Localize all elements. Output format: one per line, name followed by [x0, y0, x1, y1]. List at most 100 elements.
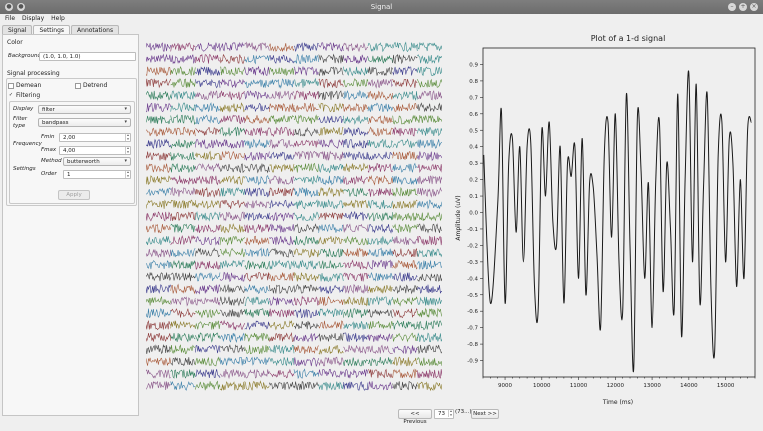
spin-arrows-icon[interactable]: ▴ ▾	[125, 146, 130, 154]
background-field[interactable]: (1.0, 1.0, 1.0)	[39, 52, 136, 61]
filtering-box[interactable]: ✓	[8, 92, 14, 99]
channel-trace-segment	[219, 199, 245, 209]
channel-trace-segment	[195, 297, 221, 306]
channel-stack	[146, 41, 442, 392]
channel-trace-segment	[392, 138, 418, 149]
spin-arrows-icon[interactable]: ▴ ▾	[125, 170, 130, 178]
channel-trace-segment	[343, 321, 369, 330]
channel-trace-segment	[244, 151, 270, 162]
previous-button[interactable]: << Previous	[398, 409, 432, 425]
channel-trace-segment	[195, 127, 221, 136]
menu-file[interactable]: File	[5, 15, 15, 24]
channel-trace-segment	[244, 187, 270, 198]
channel-trace-segment	[367, 223, 393, 234]
demean-checkbox[interactable]: Demean	[8, 82, 41, 89]
channel-trace-segment	[269, 126, 295, 138]
processing-section-title: Signal processing	[7, 70, 60, 77]
y-tick-label: -0.4	[467, 276, 478, 282]
channel-trace-segment	[293, 357, 319, 368]
y-axis-label: Amplitude (uV)	[455, 195, 462, 240]
title-bar: ● ● Signal – + ×	[0, 0, 763, 14]
channel-trace-segment	[195, 200, 221, 210]
channel-trace-segment	[392, 186, 418, 197]
channel-trace-segment	[343, 357, 369, 367]
channel-trace-segment	[170, 199, 196, 209]
channel-trace-segment	[318, 199, 344, 210]
spin-arrows-icon[interactable]: ▴ ▾	[125, 133, 130, 141]
detrend-box[interactable]	[75, 82, 81, 89]
filter-type-select[interactable]: bandpass ▾	[38, 118, 131, 127]
channel-trace-segment	[417, 273, 442, 282]
channel-trace-segment	[244, 90, 270, 100]
index-spinbox[interactable]: 73 ▴ ▾	[434, 409, 454, 419]
channel-trace-segment	[417, 139, 442, 149]
channel-trace-segment	[367, 247, 393, 258]
channel-trace	[146, 319, 442, 331]
order-spinbox[interactable]: 1 ▴ ▾	[63, 170, 131, 179]
channel-trace-segment	[392, 223, 418, 233]
y-tick-label: 0.8	[469, 79, 478, 85]
channel-trace-segment	[219, 332, 245, 344]
channel-trace-segment	[293, 223, 319, 233]
demean-box[interactable]	[8, 82, 14, 89]
channel-trace-segment	[170, 211, 196, 221]
channel-trace-segment	[417, 381, 442, 392]
display-label: Display	[13, 106, 34, 112]
detrend-checkbox[interactable]: Detrend	[75, 82, 107, 89]
channel-trace-segment	[417, 260, 442, 270]
channel-trace-segment	[269, 187, 295, 197]
menu-display[interactable]: Display	[22, 15, 44, 24]
channel-trace-segment	[417, 54, 442, 64]
chevron-down-icon: ▾	[124, 119, 127, 125]
y-tick-label: -0.7	[467, 326, 478, 332]
signal-line	[483, 70, 752, 373]
channel-trace-segment	[219, 223, 245, 234]
channel-trace-segment	[343, 283, 369, 295]
channel-trace-segment	[293, 174, 319, 185]
next-button[interactable]: Next >>	[471, 409, 499, 419]
fmax-spinbox[interactable]: 4,00 ▴ ▾	[59, 146, 131, 155]
maximize-icon[interactable]: +	[739, 3, 747, 11]
channel-trace-segment	[293, 65, 319, 76]
fmin-spinbox[interactable]: 2,00 ▴ ▾	[59, 133, 131, 142]
channel-trace	[146, 235, 442, 246]
channel-trace-segment	[343, 381, 369, 391]
channel-trace-segment	[392, 236, 418, 245]
method-select[interactable]: butterworth ▾	[63, 157, 131, 166]
close-icon[interactable]: ×	[750, 3, 758, 11]
channel-trace-segment	[269, 308, 295, 318]
channel-trace-segment	[367, 115, 393, 124]
channel-trace-segment	[244, 356, 270, 366]
channel-trace-segment	[417, 369, 442, 379]
apply-button[interactable]: Apply	[58, 190, 90, 200]
channel-trace-segment	[220, 66, 245, 76]
channel-trace-segment	[293, 53, 319, 64]
channel-trace-segment	[318, 102, 344, 113]
channel-trace-segment	[244, 65, 270, 77]
channel-trace-segment	[244, 224, 270, 234]
channel-trace-segment	[343, 247, 369, 257]
channel-trace-segment	[343, 199, 369, 209]
display-select[interactable]: filter ▾	[38, 105, 131, 114]
channel-trace-segment	[417, 248, 442, 258]
channel-trace-segment	[318, 356, 344, 367]
channel-trace-segment	[244, 345, 270, 355]
channel-trace-segment	[244, 235, 270, 246]
channel-trace	[146, 77, 442, 89]
minimize-icon[interactable]: –	[728, 3, 736, 11]
y-tick-label: 0.3	[469, 161, 478, 167]
channel-trace-segment	[219, 78, 245, 88]
spin-arrows-icon[interactable]: ▴ ▾	[448, 409, 453, 417]
window-title: Signal	[370, 3, 393, 11]
channel-trace-segment	[195, 272, 221, 282]
plot-title: Plot of a 1-d signal	[591, 34, 666, 43]
channel-trace-segment	[343, 368, 369, 379]
filtering-checkbox[interactable]: ✓ Filtering	[8, 92, 40, 99]
channel-trace-segment	[318, 223, 344, 233]
channel-trace-segment	[318, 186, 344, 198]
fmin-value: 2,00	[63, 135, 76, 141]
detrend-label: Detrend	[83, 82, 108, 89]
channel-trace-segment	[244, 102, 270, 113]
channel-trace-segment	[318, 126, 344, 136]
menu-help[interactable]: Help	[51, 15, 65, 24]
